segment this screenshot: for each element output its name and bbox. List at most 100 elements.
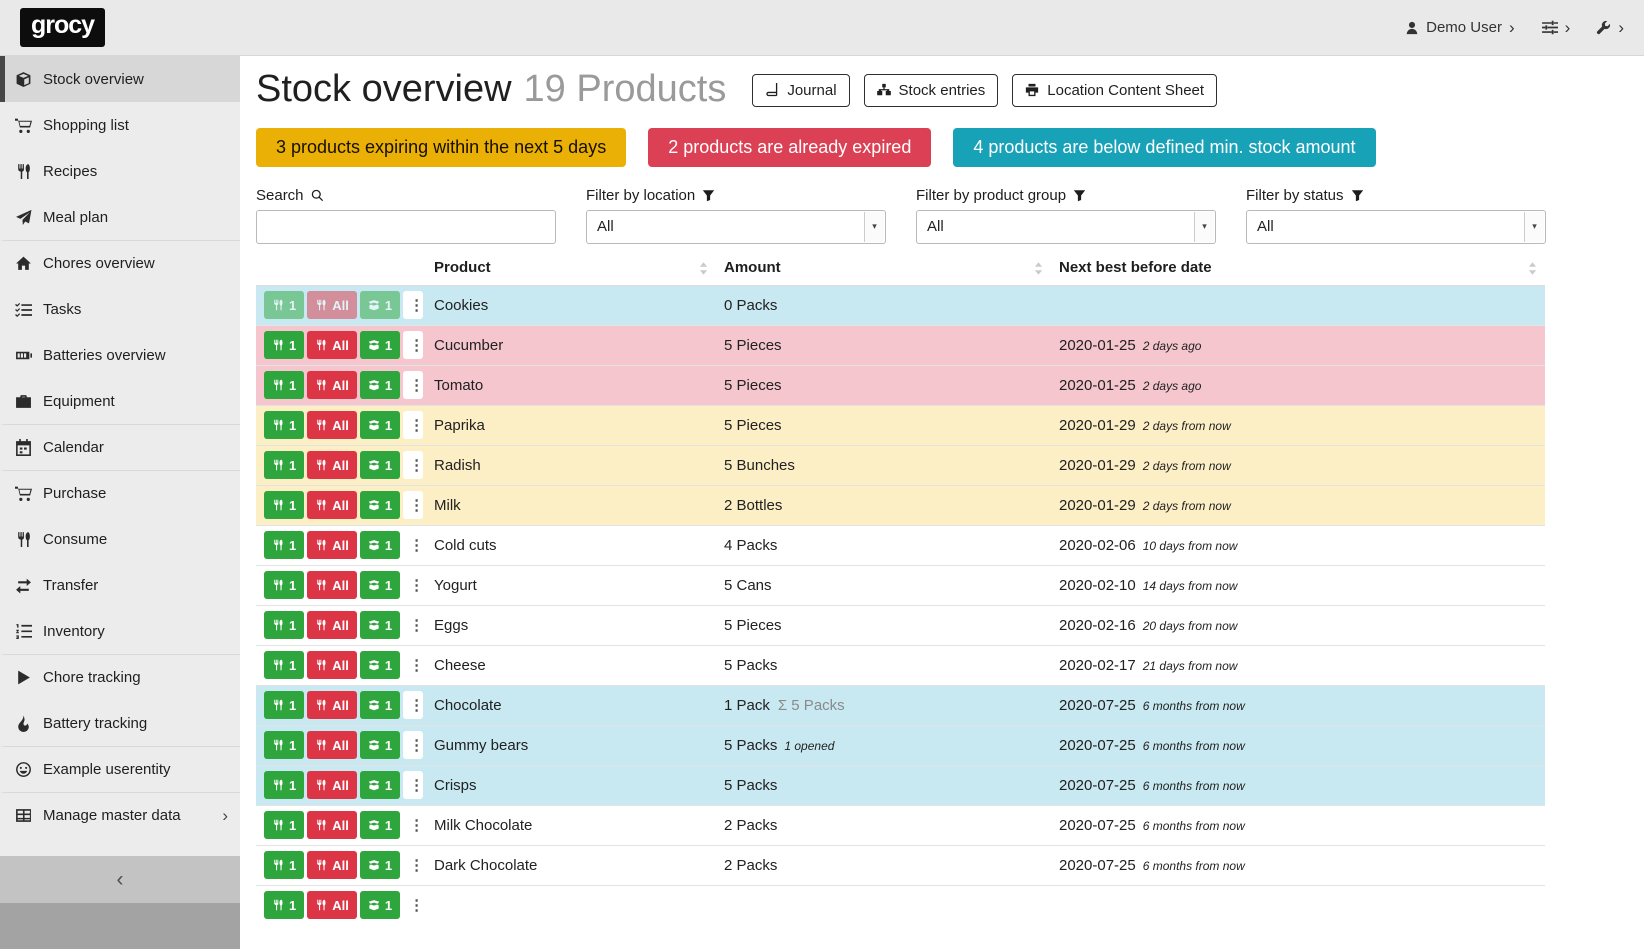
user-menu-button[interactable]: Demo User › [1405,19,1515,36]
consume-one-button[interactable]: 1 [264,851,304,879]
sidebar-item-equipment[interactable]: Equipment › [0,378,240,424]
consume-one-button[interactable]: 1 [264,771,304,799]
row-menu-button[interactable]: ⋮ [403,811,423,839]
row-menu-button[interactable]: ⋮ [403,371,423,399]
open-one-button[interactable]: 1 [360,611,400,639]
row-menu-button[interactable]: ⋮ [403,491,423,519]
sidebar-item-consume[interactable]: Consume › [0,516,240,562]
table-row[interactable]: 1 All 1 ⋮ Milk Chocolate 2 Pac [256,805,1545,845]
consume-all-button[interactable]: All [307,491,357,519]
consume-all-button[interactable]: All [307,411,357,439]
sidebar-item-shopping-list[interactable]: Shopping list › [0,102,240,148]
table-row[interactable]: 1 All 1 ⋮ Cheese 5 Packs [256,645,1545,685]
sidebar-item-batteries-overview[interactable]: Batteries overview › [0,332,240,378]
row-menu-button[interactable]: ⋮ [403,731,423,759]
consume-one-button[interactable]: 1 [264,651,304,679]
consume-all-button[interactable]: All [307,331,357,359]
consume-all-button[interactable]: All [307,371,357,399]
status-filter[interactable]: All ▾ [1246,210,1546,244]
sidebar-item-inventory[interactable]: Inventory › [0,608,240,654]
location-content-sheet-button[interactable]: Location Content Sheet [1012,74,1217,107]
table-row[interactable]: 1 All 1 ⋮ Gummy bears 5 Packs1 [256,725,1545,765]
column-header-best-before-date[interactable]: Next best before date [1051,252,1545,286]
consume-one-button[interactable]: 1 [264,491,304,519]
consume-one-button[interactable]: 1 [264,731,304,759]
open-one-button[interactable]: 1 [360,571,400,599]
sidebar-item-chore-tracking[interactable]: Chore tracking › [0,654,240,700]
consume-one-button[interactable]: 1 [264,691,304,719]
table-row[interactable]: 1 All 1 ⋮ Cold cuts 4 Packs [256,525,1545,565]
table-row[interactable]: 1 All 1 ⋮ Cookies 0 Packs [256,285,1545,325]
open-one-button[interactable]: 1 [360,331,400,359]
row-menu-button[interactable]: ⋮ [403,291,423,319]
sidebar-item-example-userentity[interactable]: Example userentity › [0,746,240,792]
sidebar-item-chores-overview[interactable]: Chores overview › [0,240,240,286]
consume-one-button[interactable]: 1 [264,371,304,399]
open-one-button[interactable]: 1 [360,411,400,439]
row-menu-button[interactable]: ⋮ [403,651,423,679]
open-one-button[interactable]: 1 [360,811,400,839]
open-one-button[interactable]: 1 [360,851,400,879]
table-row[interactable]: 1 All 1 ⋮ Dark Chocolate 2 Pac [256,845,1545,885]
table-row[interactable]: 1 All 1 ⋮ Yogurt 5 Cans [256,565,1545,605]
open-one-button[interactable]: 1 [360,651,400,679]
open-one-button[interactable]: 1 [360,491,400,519]
consume-one-button[interactable]: 1 [264,291,304,319]
grocy-logo[interactable]: grocy [20,8,105,47]
row-menu-button[interactable]: ⋮ [403,771,423,799]
row-menu-button[interactable]: ⋮ [403,411,423,439]
consume-one-button[interactable]: 1 [264,411,304,439]
tools-menu-button[interactable]: › [1596,19,1624,36]
sidebar-item-calendar[interactable]: Calendar › [0,424,240,470]
consume-all-button[interactable]: All [307,531,357,559]
table-row[interactable]: 1 All 1 ⋮ Chocolate 1 PackΣ 5 [256,685,1545,725]
sidebar-item-transfer[interactable]: Transfer › [0,562,240,608]
open-one-button[interactable]: 1 [360,451,400,479]
row-menu-button[interactable]: ⋮ [403,611,423,639]
sidebar-item-purchase[interactable]: Purchase › [0,470,240,516]
location-filter[interactable]: All ▾ [586,210,886,244]
sidebar-item-meal-plan[interactable]: Meal plan › [0,194,240,240]
sidebar-item-tasks[interactable]: Tasks › [0,286,240,332]
column-header-amount[interactable]: Amount [716,252,1051,286]
consume-all-button[interactable]: All [307,571,357,599]
consume-all-button[interactable]: All [307,611,357,639]
table-row[interactable]: 1 All 1 ⋮ Radish 5 Bunches [256,445,1545,485]
consume-one-button[interactable]: 1 [264,331,304,359]
table-row[interactable]: 1 All 1 ⋮ Cucumber 5 Pieces [256,325,1545,365]
sidebar-collapse-button[interactable]: ‹ [0,856,240,903]
row-menu-button[interactable]: ⋮ [403,891,423,919]
consume-all-button[interactable]: All [307,451,357,479]
below-min-stock-alert[interactable]: 4 products are below defined min. stock … [953,128,1375,167]
product-group-filter[interactable]: All ▾ [916,210,1216,244]
consume-all-button[interactable]: All [307,651,357,679]
row-menu-button[interactable]: ⋮ [403,691,423,719]
open-one-button[interactable]: 1 [360,371,400,399]
column-header-product[interactable]: Product [426,252,716,286]
consume-all-button[interactable]: All [307,771,357,799]
consume-one-button[interactable]: 1 [264,891,304,919]
stock-entries-button[interactable]: Stock entries [864,74,999,107]
open-one-button[interactable]: 1 [360,691,400,719]
consume-one-button[interactable]: 1 [264,451,304,479]
row-menu-button[interactable]: ⋮ [403,531,423,559]
expiring-alert[interactable]: 3 products expiring within the next 5 da… [256,128,626,167]
consume-all-button[interactable]: All [307,811,357,839]
consume-all-button[interactable]: All [307,731,357,759]
journal-button[interactable]: Journal [752,74,849,107]
table-row[interactable]: 1 All 1 ⋮ Crisps 5 Packs [256,765,1545,805]
sidebar-item-manage-master-data[interactable]: Manage master data › [0,792,240,838]
open-one-button[interactable]: 1 [360,531,400,559]
open-one-button[interactable]: 1 [360,891,400,919]
sidebar-item-stock-overview[interactable]: Stock overview › [0,56,240,102]
sidebar-item-battery-tracking[interactable]: Battery tracking › [0,700,240,746]
row-menu-button[interactable]: ⋮ [403,331,423,359]
table-row[interactable]: 1 All 1 ⋮ Eggs 5 Pieces [256,605,1545,645]
consume-all-button[interactable]: All [307,291,357,319]
row-menu-button[interactable]: ⋮ [403,571,423,599]
search-input[interactable] [256,210,556,244]
consume-one-button[interactable]: 1 [264,611,304,639]
consume-one-button[interactable]: 1 [264,571,304,599]
row-menu-button[interactable]: ⋮ [403,851,423,879]
table-row[interactable]: 1 All 1 ⋮ Tomato 5 Pieces [256,365,1545,405]
